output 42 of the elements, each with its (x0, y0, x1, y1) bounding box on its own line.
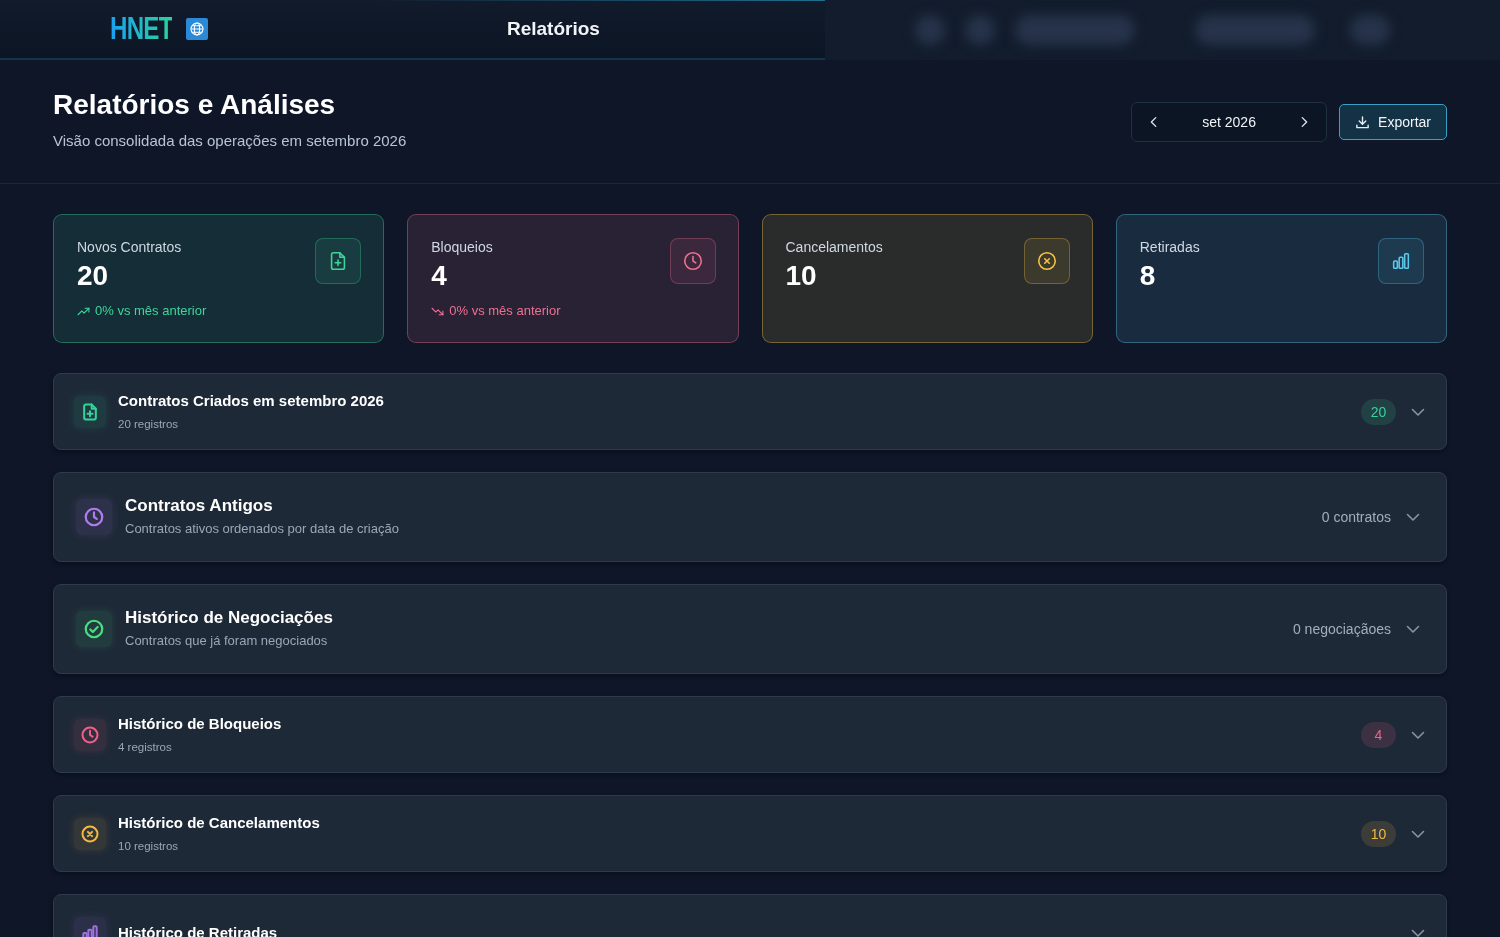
count-label: 0 negociaçãoes (1292, 621, 1391, 637)
section-title: Contratos Criados em setembro 2026 (118, 391, 385, 410)
stat-label: Bloqueios (431, 239, 494, 255)
stat-label: Retiradas (1139, 239, 1200, 255)
section-row[interactable]: Histórico de Cancelamentos 10 registros 10 (53, 795, 1447, 872)
section-title: Histórico de Negociações (125, 608, 334, 628)
download-icon (1355, 114, 1371, 130)
stat-value: 8 (1139, 259, 1157, 293)
globe-icon (186, 18, 209, 40)
section-row[interactable]: Histórico de Negociações Contratos que já foram negociados 0 negociaçãoes (53, 584, 1447, 674)
section-row[interactable]: Contratos Criados em setembro 2026 20 registros 20 (53, 373, 1447, 450)
section-row[interactable]: Histórico de Retiradas (53, 894, 1447, 937)
document-plus-icon (74, 395, 106, 428)
trend-text: 0% vs mês anterior (449, 303, 561, 319)
export-button[interactable]: Exportar (1339, 104, 1447, 140)
section-title: Histórico de Cancelamentos (118, 813, 321, 832)
section-subtitle: Contratos que já foram negociados (125, 632, 329, 650)
clock-icon (74, 718, 106, 751)
page-heading: Relatórios e Análises (53, 88, 337, 122)
stat-value: 10 (785, 259, 818, 293)
trend-text: 0% vs mês anterior (95, 303, 207, 319)
section-subtitle: 4 registros (118, 739, 173, 755)
section-subtitle: Contratos ativos ordenados por data de criação (125, 520, 400, 538)
page-subtitle: Visão consolidada das operações em setembro 2026 (53, 131, 407, 151)
stat-label: Novos Contratos (77, 239, 183, 255)
clock-icon (76, 499, 112, 535)
month-label: set 2026 (1202, 114, 1256, 130)
section-subtitle: 20 registros (118, 416, 180, 432)
stat-value: 4 (431, 259, 448, 293)
section-subtitle: 10 registros (118, 838, 180, 854)
section-title: Contratos Antigos (125, 496, 274, 516)
page-title: Relatórios (505, 18, 601, 40)
count-badge: 10 (1361, 820, 1396, 847)
count-badge: 4 (1361, 721, 1396, 748)
stat-label: Cancelamentos (785, 239, 883, 255)
section-row[interactable]: Contratos Antigos Contratos ativos ordenados por data de criação 0 contratos (53, 472, 1447, 562)
section-row[interactable]: Histórico de Bloqueios 4 registros 4 (53, 696, 1447, 773)
stat-value: 20 (77, 259, 110, 293)
count-label: 0 contratos (1321, 509, 1391, 525)
section-title: Histórico de Bloqueios (118, 714, 283, 733)
section-title: Histórico de Retiradas (118, 923, 279, 937)
count-badge: 20 (1361, 398, 1396, 425)
